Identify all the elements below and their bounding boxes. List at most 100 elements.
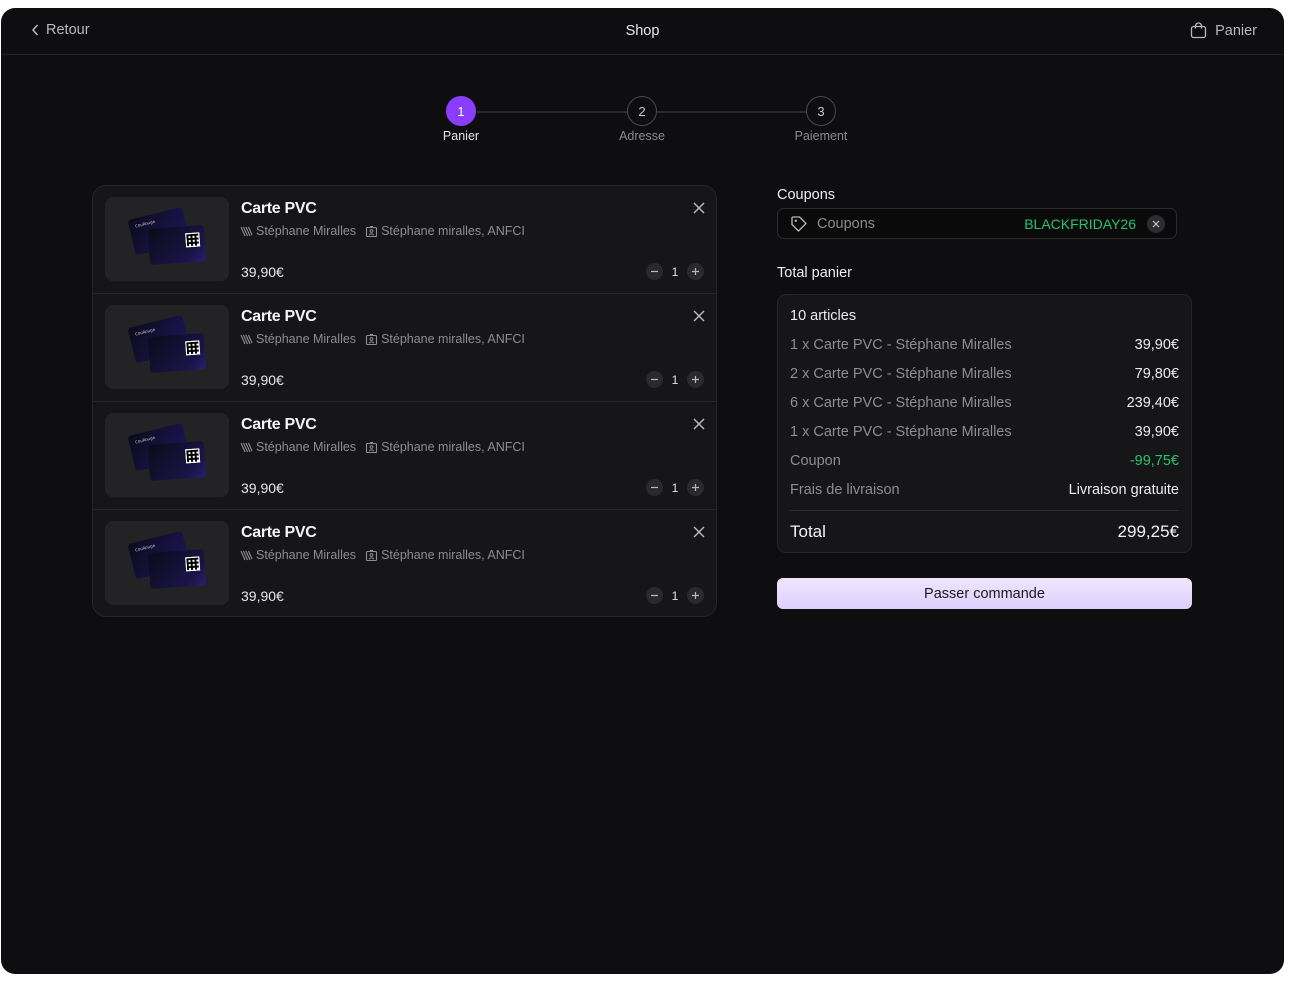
decrease-quantity-button[interactable] (646, 587, 663, 604)
card-logo: CouRouge (134, 434, 156, 445)
card-front-image (147, 333, 207, 373)
item-author-name: Stéphane Miralles (256, 332, 357, 346)
remove-item-icon[interactable] (692, 417, 706, 431)
stripes-logo-icon (240, 550, 253, 560)
product-image: CouRouge (105, 305, 229, 389)
step-number: 1 (446, 96, 476, 126)
product-image: CouRouge (105, 521, 229, 605)
card-logo: CouRouge (134, 326, 156, 337)
item-meta: Stéphane Miralles Stéphane miralles, ANF… (240, 332, 534, 346)
cart-label: Panier (1215, 22, 1257, 39)
quantity-value: 1 (671, 372, 679, 387)
stripes-logo-icon (240, 334, 253, 344)
step-payment[interactable]: 3 Paiement (776, 96, 866, 143)
plus-icon (692, 592, 699, 599)
step-label: Panier (442, 129, 480, 143)
item-author: Stéphane Miralles (240, 332, 356, 346)
item-price: 39,90€ (241, 372, 284, 388)
item-organization: Stéphane miralles, ANFCI (365, 548, 525, 562)
item-author: Stéphane Miralles (240, 548, 356, 562)
item-organization-name: Stéphane miralles, ANFCI (381, 440, 525, 454)
summary-line-value: 39,90€ (1134, 424, 1179, 440)
quantity-value: 1 (671, 588, 679, 603)
coupon-placeholder: Coupons (817, 216, 876, 232)
cart-total-section-label: Total panier (777, 265, 852, 281)
increase-quantity-button[interactable] (687, 587, 704, 604)
card-front-image (147, 441, 207, 481)
cart-items-list: CouRouge Carte PVC Stéphane Miralles Sté… (92, 185, 717, 617)
item-organization-name: Stéphane miralles, ANFCI (381, 224, 525, 238)
step-number: 3 (806, 96, 836, 126)
summary-line-label: 2 x Carte PVC - Stéphane Miralles (790, 366, 1012, 382)
item-author-name: Stéphane Miralles (256, 548, 357, 562)
minus-icon (651, 270, 658, 273)
product-image: CouRouge (105, 197, 229, 281)
total-value: 299,25€ (1117, 522, 1179, 541)
order-summary: 10 articles 1 x Carte PVC - Stéphane Mir… (777, 294, 1192, 553)
item-price: 39,90€ (241, 588, 284, 604)
remove-item-icon[interactable] (692, 525, 706, 539)
stripes-logo-icon (240, 226, 253, 236)
item-title: Carte PVC (241, 524, 317, 541)
coupon-field[interactable]: Coupons BLACKFRIDAY26 (777, 208, 1177, 239)
minus-icon (651, 486, 658, 489)
minus-icon (651, 378, 658, 381)
minus-icon (651, 594, 658, 597)
item-author-name: Stéphane Miralles (256, 440, 357, 454)
summary-line-label: 1 x Carte PVC - Stéphane Miralles (790, 424, 1012, 440)
item-organization: Stéphane miralles, ANFCI (365, 440, 525, 454)
quantity-stepper: 1 (646, 371, 704, 388)
step-number: 2 (627, 96, 657, 126)
remove-item-icon[interactable] (692, 201, 706, 215)
step-address[interactable]: 2 Adresse (597, 96, 687, 143)
item-author: Stéphane Miralles (240, 224, 356, 238)
tag-icon (791, 216, 807, 232)
summary-line: 2 x Carte PVC - Stéphane Miralles 79,80€ (790, 366, 1179, 382)
cart-item: CouRouge Carte PVC Stéphane Miralles Sté… (93, 186, 716, 294)
increase-quantity-button[interactable] (687, 371, 704, 388)
cart-item: CouRouge Carte PVC Stéphane Miralles Sté… (93, 294, 716, 402)
close-icon (1152, 220, 1160, 228)
step-cart[interactable]: 1 Panier (416, 96, 506, 143)
summary-line-value: 39,90€ (1134, 337, 1179, 353)
item-organization-name: Stéphane miralles, ANFCI (381, 332, 525, 346)
quantity-stepper: 1 (646, 263, 704, 280)
item-organization: Stéphane miralles, ANFCI (365, 224, 525, 238)
cart-item: CouRouge Carte PVC Stéphane Miralles Sté… (93, 402, 716, 510)
stripes-logo-icon (240, 442, 253, 452)
qr-code-image (185, 340, 201, 356)
summary-line-value: 239,40€ (1126, 395, 1179, 411)
place-order-button[interactable]: Passer commande (777, 578, 1192, 609)
item-title: Carte PVC (241, 308, 317, 325)
increase-quantity-button[interactable] (687, 479, 704, 496)
checkout-stepper: 1 Panier 2 Adresse 3 Paiement (1, 96, 1284, 156)
decrease-quantity-button[interactable] (646, 479, 663, 496)
plus-icon (692, 376, 699, 383)
summary-line-label: 6 x Carte PVC - Stéphane Miralles (790, 395, 1012, 411)
shopping-bag-icon (1190, 22, 1207, 39)
quantity-stepper: 1 (646, 479, 704, 496)
cart-button[interactable]: Panier (1190, 22, 1257, 39)
total-line: Total 299,25€ (790, 522, 1179, 542)
decrease-quantity-button[interactable] (646, 263, 663, 280)
quantity-value: 1 (671, 264, 679, 279)
quantity-stepper: 1 (646, 587, 704, 604)
item-meta: Stéphane Miralles Stéphane miralles, ANF… (240, 548, 534, 562)
step-label: Adresse (619, 129, 665, 143)
summary-divider (790, 510, 1179, 511)
step-label: Paiement (794, 129, 848, 143)
decrease-quantity-button[interactable] (646, 371, 663, 388)
item-author-name: Stéphane Miralles (256, 224, 357, 238)
increase-quantity-button[interactable] (687, 263, 704, 280)
card-logo: CouRouge (134, 218, 156, 229)
remove-item-icon[interactable] (692, 309, 706, 323)
cart-item: CouRouge Carte PVC Stéphane Miralles Sté… (93, 510, 716, 616)
qr-code-image (185, 556, 201, 572)
qr-code-image (185, 232, 201, 248)
item-price: 39,90€ (241, 264, 284, 280)
page-title: Shop (625, 23, 660, 39)
remove-coupon-button[interactable] (1147, 215, 1165, 233)
plus-icon (692, 484, 699, 491)
total-label: Total (790, 522, 826, 541)
quantity-value: 1 (671, 480, 679, 495)
